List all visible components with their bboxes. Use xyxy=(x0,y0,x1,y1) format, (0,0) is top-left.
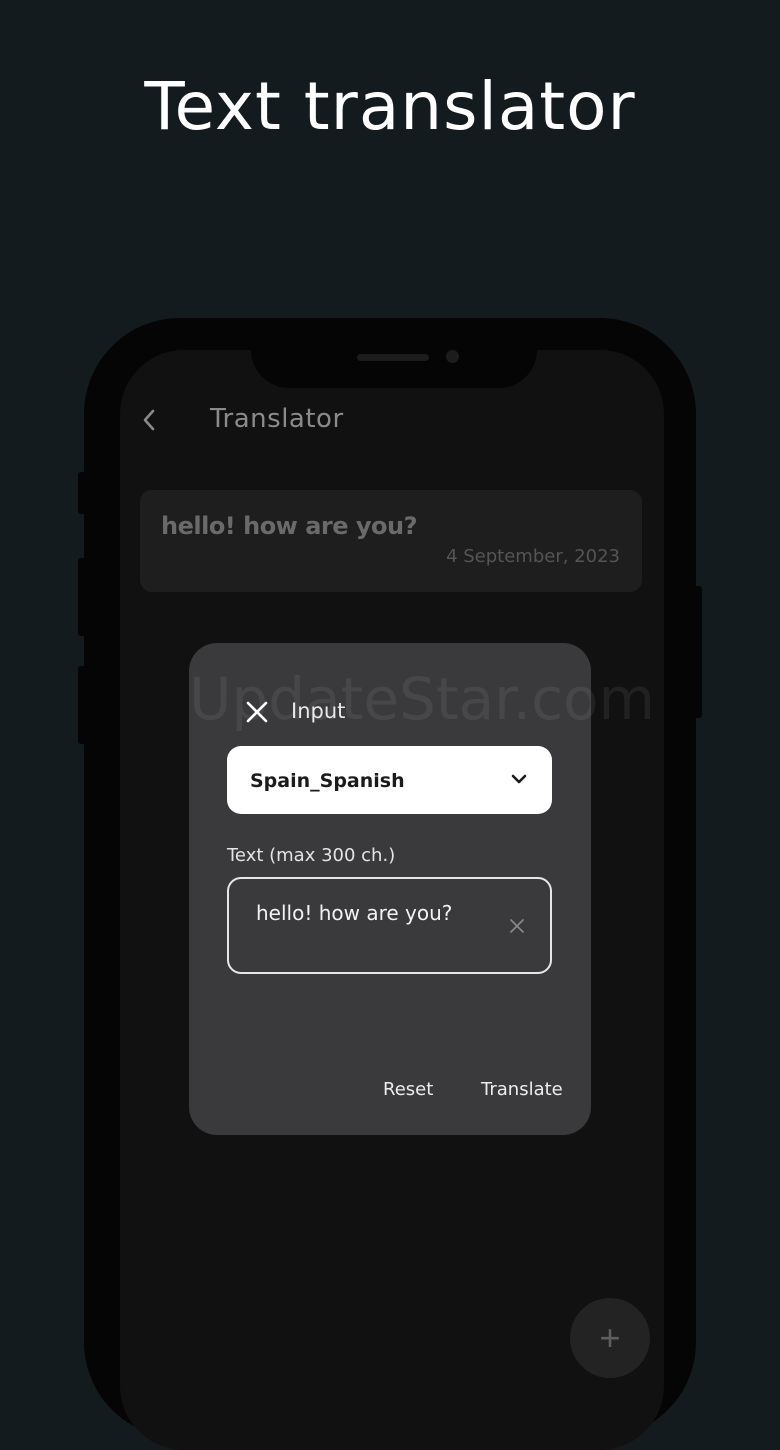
history-text: hello! how are you? xyxy=(161,512,418,540)
translate-button[interactable]: Translate xyxy=(481,1079,563,1100)
plus-icon: + xyxy=(599,1317,621,1358)
input-dialog: UpdateStar.com Input Spain_Spanish Text … xyxy=(189,643,655,1135)
history-date: 4 September, 2023 xyxy=(446,546,620,567)
clear-icon[interactable] xyxy=(510,919,524,933)
add-button[interactable]: + xyxy=(570,1298,650,1378)
text-input[interactable]: hello! how are you? xyxy=(227,877,552,974)
notch xyxy=(251,350,537,388)
speaker xyxy=(357,354,429,361)
text-input-value: hello! how are you? xyxy=(256,901,453,925)
language-select[interactable]: Spain_Spanish xyxy=(227,746,552,814)
chevron-left-icon[interactable] xyxy=(138,408,162,432)
dialog-title: Input xyxy=(291,699,346,723)
headline: Text translator xyxy=(144,68,636,145)
history-card[interactable]: hello! how are you? 4 September, 2023 xyxy=(140,490,642,592)
close-icon[interactable] xyxy=(245,700,269,724)
text-field-label: Text (max 300 ch.) xyxy=(227,845,396,866)
camera xyxy=(446,350,459,363)
language-value: Spain_Spanish xyxy=(250,770,405,792)
chevron-down-icon xyxy=(511,774,527,784)
reset-button[interactable]: Reset xyxy=(383,1079,433,1100)
app-title: Translator xyxy=(210,404,344,434)
